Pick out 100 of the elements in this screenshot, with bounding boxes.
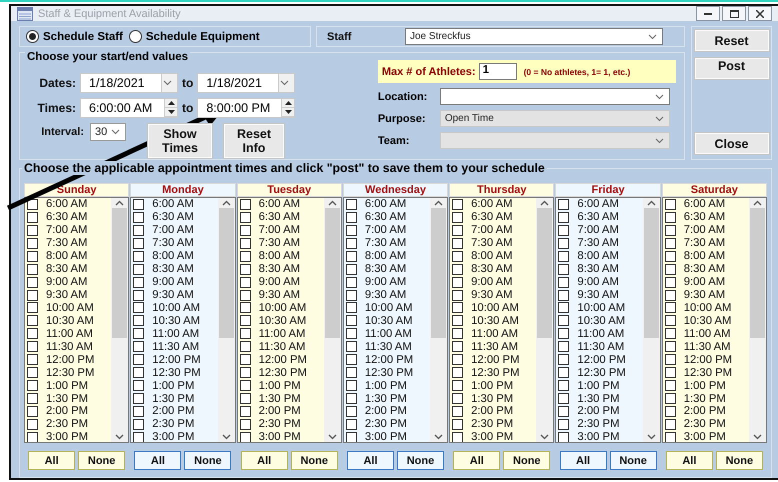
time-slot[interactable]: 11:00 AM	[346, 327, 430, 340]
close-button[interactable]: Close	[694, 132, 770, 155]
time-slot[interactable]: 8:30 AM	[558, 262, 643, 276]
time-slot[interactable]: 9:30 AM	[452, 288, 536, 302]
time-slot[interactable]: 7:30 AM	[664, 236, 749, 250]
time-slot[interactable]: 10:00 AM	[558, 302, 643, 314]
time-slot[interactable]: 3:00 PM	[133, 430, 218, 442]
time-slot[interactable]: 12:00 PM	[346, 353, 430, 366]
time-slot[interactable]: 2:00 PM	[240, 405, 324, 418]
time-slot[interactable]: 12:30 PM	[133, 366, 218, 380]
time-slot[interactable]: 6:00 AM	[452, 198, 536, 211]
time-slot[interactable]: 2:30 PM	[240, 418, 324, 431]
time-slot[interactable]: 10:00 AM	[133, 302, 218, 314]
time-slot[interactable]: 8:30 AM	[133, 262, 218, 276]
time-slot[interactable]: 3:00 PM	[27, 430, 112, 442]
close-button[interactable]	[748, 6, 772, 21]
time-slot[interactable]: 10:00 AM	[664, 302, 749, 314]
time-slot[interactable]: 8:30 AM	[346, 262, 430, 276]
maximize-button[interactable]	[722, 6, 746, 21]
time-slot[interactable]: 8:00 AM	[133, 250, 218, 263]
time-slot[interactable]: 6:00 AM	[133, 198, 218, 211]
time-slot[interactable]: 1:30 PM	[240, 392, 324, 405]
time-slot[interactable]: 6:30 AM	[664, 210, 749, 224]
time-slot[interactable]: 1:30 PM	[664, 392, 749, 405]
time-slot[interactable]: 10:30 AM	[664, 314, 749, 328]
time-slot[interactable]: 9:00 AM	[452, 276, 536, 289]
select-all-button[interactable]: All	[134, 451, 182, 470]
time-slot[interactable]: 9:00 AM	[558, 276, 643, 289]
time-slot[interactable]: 2:00 PM	[664, 405, 749, 418]
time-slot[interactable]: 6:00 AM	[27, 198, 112, 211]
select-none-button[interactable]: None	[78, 451, 126, 470]
time-slot[interactable]: 12:30 PM	[27, 366, 112, 380]
time-slot[interactable]: 8:00 AM	[452, 250, 536, 263]
time-slot[interactable]: 9:30 AM	[27, 288, 112, 302]
time-slot[interactable]: 11:30 AM	[27, 340, 112, 354]
select-all-button[interactable]: All	[28, 451, 76, 470]
staff-dropdown[interactable]: Joe Streckfus	[405, 28, 663, 45]
time-slot[interactable]: 12:00 PM	[452, 353, 536, 366]
time-slot[interactable]: 9:30 AM	[240, 288, 324, 302]
time-slot[interactable]: 8:00 AM	[664, 250, 749, 263]
time-slot[interactable]: 7:30 AM	[346, 236, 430, 250]
time-slot[interactable]: 7:00 AM	[240, 224, 324, 237]
time-slot[interactable]: 1:00 PM	[133, 379, 218, 392]
time-slot[interactable]: 1:00 PM	[452, 379, 536, 392]
time-slot[interactable]: 6:00 AM	[346, 198, 430, 211]
time-slot[interactable]: 6:30 AM	[27, 210, 112, 224]
time-slot[interactable]: 6:00 AM	[558, 198, 643, 211]
time-slot[interactable]: 2:30 PM	[452, 418, 536, 431]
time-slot[interactable]: 11:30 AM	[346, 340, 430, 354]
time-slot[interactable]: 1:00 PM	[240, 379, 324, 392]
time-slot[interactable]: 3:00 PM	[346, 430, 430, 442]
time-slot[interactable]: 10:30 AM	[240, 314, 324, 328]
time-slot[interactable]: 10:00 AM	[27, 302, 112, 314]
reset-button[interactable]: Reset	[694, 29, 770, 52]
time-slot[interactable]: 8:00 AM	[240, 250, 324, 263]
time-slot[interactable]: 7:30 AM	[558, 236, 643, 250]
time-slot[interactable]: 9:30 AM	[558, 288, 643, 302]
time-slot[interactable]: 12:30 PM	[452, 366, 536, 380]
time-slot[interactable]: 10:00 AM	[240, 302, 324, 314]
time-slot[interactable]: 12:00 PM	[240, 353, 324, 366]
scrollbar[interactable]	[430, 198, 448, 442]
reset-info-button[interactable]: Reset Info	[223, 123, 285, 159]
time-slot[interactable]: 9:00 AM	[133, 276, 218, 289]
time-slot[interactable]: 7:00 AM	[27, 224, 112, 237]
scrollbar[interactable]	[642, 198, 660, 442]
time-slot[interactable]: 2:30 PM	[346, 418, 430, 431]
select-all-button[interactable]: All	[346, 451, 394, 470]
time-slot[interactable]: 6:30 AM	[133, 210, 218, 224]
select-none-button[interactable]: None	[610, 451, 657, 470]
time-slot[interactable]: 3:00 PM	[664, 430, 749, 442]
time-slot[interactable]: 3:00 PM	[452, 430, 536, 442]
time-slot[interactable]: 2:00 PM	[27, 405, 112, 418]
time-slot[interactable]: 12:30 PM	[664, 366, 749, 380]
time-slot[interactable]: 11:00 AM	[27, 327, 112, 340]
time-slot[interactable]: 12:30 PM	[346, 366, 430, 380]
date-picker[interactable]: 1/18/2021	[197, 73, 296, 93]
time-slot[interactable]: 1:00 PM	[346, 379, 430, 392]
time-slot[interactable]: 3:00 PM	[558, 430, 643, 442]
time-slot[interactable]: 11:00 AM	[558, 327, 643, 340]
time-slot[interactable]: 2:00 PM	[346, 405, 430, 418]
time-slot[interactable]: 8:00 AM	[27, 250, 112, 263]
time-slot[interactable]: 7:00 AM	[133, 224, 218, 237]
time-slot[interactable]: 9:30 AM	[346, 288, 430, 302]
time-field[interactable]: 6:00:00 AM	[80, 98, 178, 118]
time-slot[interactable]: 10:30 AM	[346, 314, 430, 328]
time-slot[interactable]: 8:30 AM	[27, 262, 112, 276]
time-slot[interactable]: 6:00 AM	[664, 198, 749, 211]
time-slot[interactable]: 2:30 PM	[133, 418, 218, 431]
time-slot[interactable]: 10:30 AM	[133, 314, 218, 328]
time-slot[interactable]: 1:00 PM	[664, 379, 749, 392]
time-slot[interactable]: 11:00 AM	[133, 327, 218, 340]
time-slot[interactable]: 1:30 PM	[27, 392, 112, 405]
select-all-button[interactable]: All	[240, 451, 288, 470]
show-times-button[interactable]: Show Times	[147, 123, 213, 159]
time-slot[interactable]: 8:30 AM	[240, 262, 324, 276]
time-slot[interactable]: 12:00 PM	[558, 353, 643, 366]
time-slot[interactable]: 7:30 AM	[240, 236, 324, 250]
time-slot[interactable]: 2:30 PM	[558, 418, 643, 431]
time-slot[interactable]: 11:00 AM	[240, 327, 324, 340]
time-slot[interactable]: 3:00 PM	[240, 430, 324, 442]
